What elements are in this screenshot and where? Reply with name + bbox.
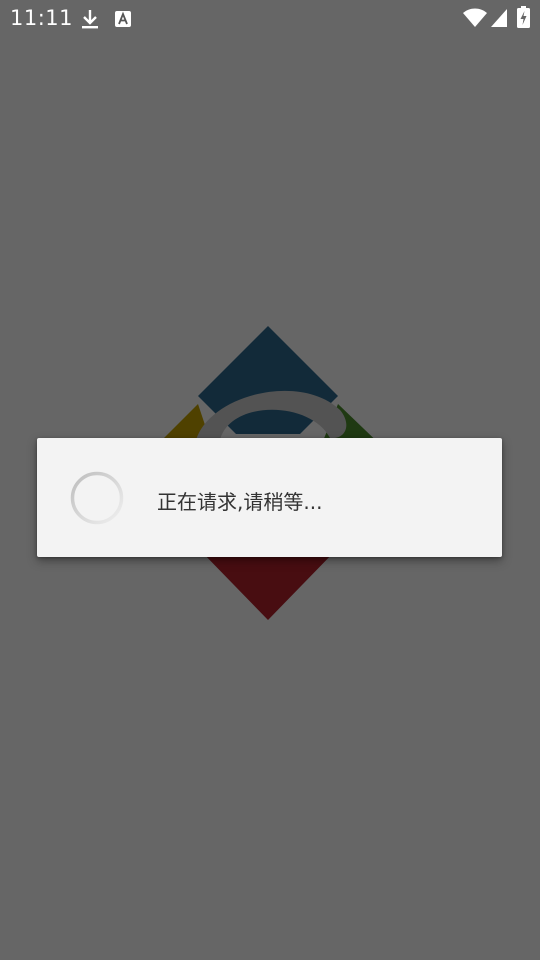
dialog-message: 正在请求,请稍等... (157, 490, 323, 514)
status-bar: 11:11 (0, 0, 540, 38)
wifi-icon (463, 8, 487, 27)
signal-icon (491, 9, 507, 27)
loading-dialog: 正在请求,请稍等... (37, 438, 502, 557)
text-a-icon (115, 11, 131, 27)
download-icon (82, 10, 98, 29)
status-time: 11:11 (10, 6, 74, 30)
screen: 11:11 正在请求,请稍等... (0, 0, 540, 960)
loading-spinner-icon (70, 471, 124, 525)
battery-charging-icon (517, 6, 530, 28)
